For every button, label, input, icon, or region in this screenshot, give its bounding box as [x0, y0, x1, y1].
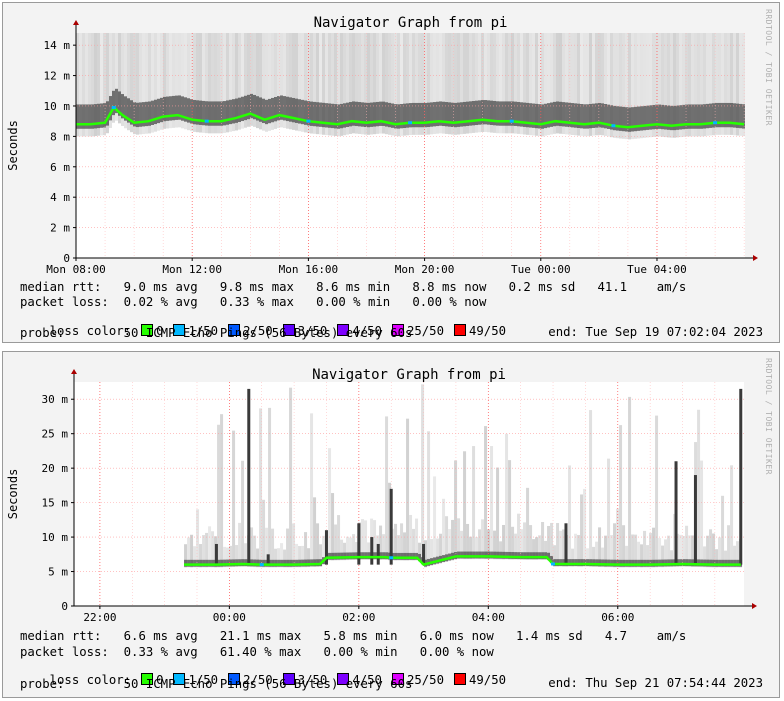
x-tick-label: Tue 04:00 [627, 263, 687, 276]
y-tick-label: 25 m [42, 428, 69, 441]
spike-mark [564, 523, 568, 565]
spike-mark [422, 543, 426, 565]
spike-mark [370, 537, 374, 565]
y-tick-label: 15 m [42, 497, 69, 510]
x-tick-label: 02:00 [342, 611, 375, 624]
x-tick-label: Mon 16:00 [279, 263, 339, 276]
x-tick-label: 06:00 [601, 611, 634, 624]
spike-mark [266, 554, 270, 565]
y-tick-label: 2 m [50, 222, 70, 235]
graph-panel-2: Navigator Graph from pi 0 5 m 10 m 15 m 20 m 2… [2, 351, 780, 698]
chart-title: Navigator Graph from pi [312, 367, 506, 383]
probe-line: probe: 50 ICMP Echo Pings (56 Bytes) eve… [20, 326, 413, 340]
x-tick-label: Mon 12:00 [162, 263, 222, 276]
end-time: end: Thu Sep 21 07:54:44 2023 [548, 676, 763, 690]
loss-swatch-6 [454, 673, 466, 685]
loss-swatch-label-6: 49/50 [469, 673, 507, 687]
spike-mark [376, 543, 380, 565]
spike-mark [389, 488, 393, 565]
x-tick-label: Mon 08:00 [46, 263, 106, 276]
spike-mark [357, 523, 361, 565]
x-tick-label: Mon 20:00 [395, 263, 455, 276]
y-tick-label: 12 m [44, 70, 71, 83]
x-tick-label: 04:00 [472, 611, 505, 624]
rrdtool-watermark: RRDTOOL / TOBI OETIKER [764, 358, 773, 475]
y-axis-label: Seconds [6, 120, 20, 171]
end-time: end: Tue Sep 19 07:02:04 2023 [548, 325, 763, 339]
loss-swatch-label-5: 25/50 [406, 673, 444, 687]
y-tick-label: 8 m [50, 130, 70, 143]
y-tick-label: 5 m [48, 566, 68, 579]
x-tick-label: Tue 00:00 [511, 263, 571, 276]
graph-panel-1: Navigator Graph from pi 0 2 m4 m6 m8 m 10 m… [2, 2, 780, 343]
y-tick-label: 6 m [50, 161, 70, 174]
x-axis-arrow [753, 255, 758, 261]
y-axis-arrow [71, 369, 77, 374]
chart-title: Navigator Graph from pi [314, 15, 508, 31]
spike-mark [739, 388, 743, 565]
spike-mark [693, 475, 697, 565]
y-tick-label: 4 m [50, 191, 70, 204]
x-tick-label: 22:00 [83, 611, 116, 624]
x-tick-label: 00:00 [213, 611, 246, 624]
x-axis-arrow [752, 603, 757, 609]
probe-line: probe: 50 ICMP Echo Pings (56 Bytes) eve… [20, 677, 413, 691]
spike-mark [247, 388, 251, 565]
y-axis-arrow [73, 20, 79, 25]
loss-swatch-6 [454, 324, 466, 336]
loss-swatch-label-6: 49/50 [469, 324, 507, 338]
y-tick-label: 10 m [44, 100, 71, 113]
spike-mark [674, 461, 678, 565]
loss-swatch-label-5: 25/50 [406, 324, 444, 338]
y-tick-label: 30 m [42, 393, 69, 406]
y-axis-label: Seconds [6, 469, 20, 520]
y-tick-label: 14 m [44, 39, 71, 52]
y-tick-label: 20 m [42, 462, 69, 475]
rrdtool-watermark: RRDTOOL / TOBI OETIKER [764, 9, 773, 126]
y-tick-label: 0 [61, 600, 68, 613]
spike-mark [214, 543, 218, 565]
packet-loss-line: packet loss: 0.02 % avg 0.33 % max 0.00 … [20, 295, 487, 309]
y-tick-label: 10 m [42, 531, 69, 544]
